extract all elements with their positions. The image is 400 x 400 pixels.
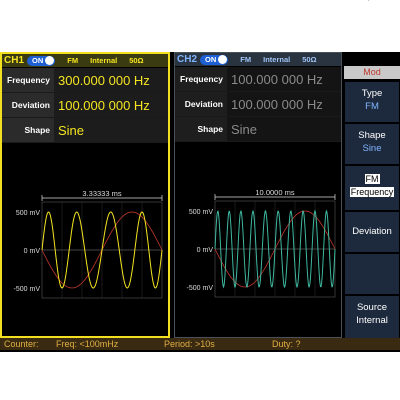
softkey-source[interactable]: Source Internal [345, 296, 399, 338]
channel-2-deviation-value[interactable]: 100.000 000 Hz [227, 92, 341, 116]
param-label: Shape [2, 118, 54, 142]
softkey-empty[interactable] [345, 254, 399, 294]
param-label: Deviation [175, 92, 227, 116]
channel-1-shape-value[interactable]: Sine [54, 118, 168, 142]
channel-2-panel[interactable]: CH2 ON FM Internal 50Ω Frequency 100.000… [174, 52, 342, 338]
generator-screen: CH1 ON FM Internal 50Ω Frequency 300.000… [0, 52, 400, 352]
softkey-fm-label: FM [364, 174, 380, 184]
param-label: Shape [175, 117, 227, 141]
softkey-source-label: Source [356, 302, 388, 313]
softkey-menu: Mod Type FM Shape Sine FM Frequency Devi… [344, 52, 400, 352]
usb-icon: ⭍ [366, 0, 376, 7]
y-axis-label: -500 mV [187, 285, 214, 292]
channel-2-shape-row[interactable]: Shape Sine [175, 117, 341, 142]
channel-1-panel[interactable]: CH1 ON FM Internal 50Ω Frequency 300.000… [0, 52, 170, 338]
channel-1-output-toggle[interactable]: ON [27, 55, 56, 66]
y-axis-label: 0 mV [24, 248, 41, 255]
param-label: Frequency [2, 68, 54, 92]
softkey-deviation[interactable]: Deviation [345, 212, 399, 252]
period-marker-label: 10.0000 ms [255, 188, 294, 197]
channel-2-impedance: 50Ω [302, 55, 317, 64]
toggle-knob-icon [45, 56, 55, 65]
channel-1-name: CH1 [4, 55, 25, 66]
channel-1-deviation-value[interactable]: 100.000 000 Hz [54, 93, 168, 117]
channel-1-waveform: 500 mV 0 mV -500 mV 3.33333 ms [14, 189, 163, 299]
counter-status-bar: Counter: Freq: <100mHz Period: >10s Duty… [0, 338, 400, 350]
counter-frequency: Freq: <100mHz [56, 339, 119, 349]
counter-label: Counter: [4, 339, 39, 349]
channel-1-header: CH1 ON FM Internal 50Ω [2, 54, 168, 67]
channel-2-header: CH2 ON FM Internal 50Ω [175, 53, 341, 66]
softkey-fm-frequency[interactable]: FM Frequency [345, 166, 399, 210]
softkey-shape-label: Shape [358, 130, 386, 141]
channel-2-mode: FM [240, 55, 252, 64]
counter-duty: Duty: ? [272, 339, 301, 349]
softkey-type[interactable]: Type FM [345, 82, 399, 122]
channel-2-shape-value[interactable]: Sine [227, 117, 341, 141]
channel-2-waveform: 500 mV 0 mV -500 mV 10.0000 ms [187, 188, 336, 298]
softkey-deviation-label: Deviation [352, 226, 392, 237]
softkey-shape-value: Sine [362, 143, 382, 154]
y-axis-label: 500 mV [189, 209, 213, 216]
channel-2-waveform-display: 500 mV 0 mV -500 mV 10.0000 ms [175, 141, 341, 335]
softkey-type-label: Type [361, 88, 383, 99]
channel-2-frequency-value[interactable]: 100.000 000 Hz [227, 67, 341, 91]
param-label: Frequency [175, 67, 227, 91]
softkey-source-value: Internal [356, 315, 388, 326]
toggle-knob-icon [218, 55, 228, 64]
period-marker-label: 3.33333 ms [82, 189, 121, 198]
channel-2-frequency-row[interactable]: Frequency 100.000 000 Hz [175, 67, 341, 92]
channel-1-impedance: 50Ω [129, 56, 144, 65]
counter-period: Period: >10s [164, 339, 215, 349]
y-axis-label: 0 mV [197, 247, 214, 254]
softkey-frequency-label: Frequency [349, 187, 395, 197]
channel-2-name: CH2 [177, 54, 198, 65]
channel-2-deviation-row[interactable]: Deviation 100.000 000 Hz [175, 92, 341, 117]
param-label: Deviation [2, 93, 54, 117]
channel-1-state: ON [32, 56, 44, 65]
channel-1-frequency-row[interactable]: Frequency 300.000 000 Hz [2, 68, 168, 93]
channel-2-output-toggle[interactable]: ON [200, 54, 229, 65]
y-axis-label: -500 mV [14, 286, 41, 293]
channel-1-mode: FM [67, 56, 79, 65]
y-axis-label: 500 mV [16, 210, 40, 217]
channel-1-frequency-value[interactable]: 300.000 000 Hz [54, 68, 168, 92]
channel-1-waveform-display: 500 mV 0 mV -500 mV 3.33333 ms [2, 142, 168, 336]
menu-title: Mod [344, 66, 400, 79]
channel-1-shape-row[interactable]: Shape Sine [2, 118, 168, 143]
channel-2-source: Internal [263, 55, 291, 64]
channel-1-source: Internal [90, 56, 118, 65]
softkey-type-value: FM [365, 101, 379, 112]
channel-2-state: ON [205, 55, 217, 64]
channel-1-deviation-row[interactable]: Deviation 100.000 000 Hz [2, 93, 168, 118]
softkey-shape[interactable]: Shape Sine [345, 124, 399, 164]
